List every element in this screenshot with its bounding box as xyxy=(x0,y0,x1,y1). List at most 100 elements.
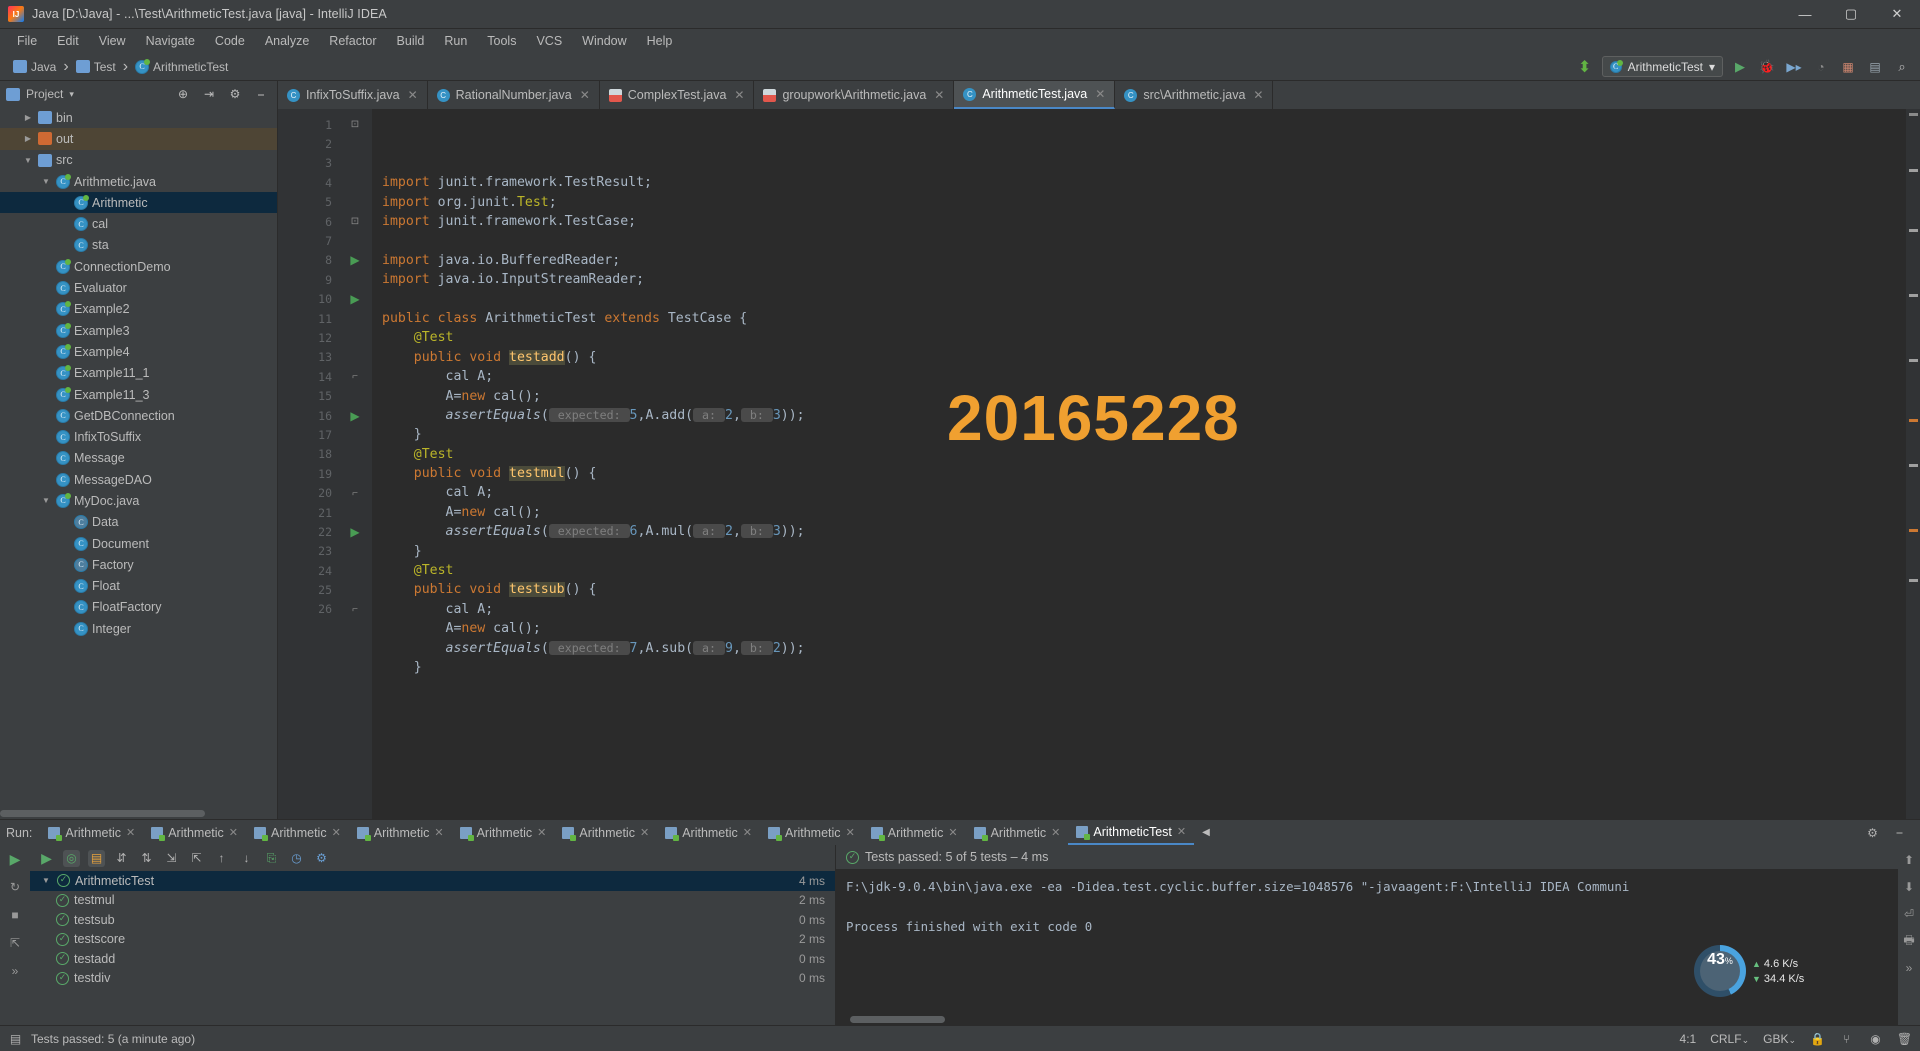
editor-tab-infixtosuffix-java[interactable]: InfixToSuffix.java ✕ xyxy=(278,81,428,109)
run-tests-icon[interactable]: ▶ xyxy=(38,850,55,867)
code-line[interactable]: public class ArithmeticTest extends Test… xyxy=(372,309,1906,328)
inspection-icon[interactable]: ◉ xyxy=(1868,1031,1883,1046)
project-title-chevron-icon[interactable]: ▾ xyxy=(69,89,74,100)
minimize-button[interactable]: — xyxy=(1782,0,1828,29)
export-test-results-icon[interactable]: ⎘ xyxy=(263,850,280,867)
test-row-testscore[interactable]: testscore 2 ms xyxy=(30,930,835,950)
code-line[interactable]: A=new cal(); xyxy=(372,619,1906,638)
close-tab-icon[interactable]: ✕ xyxy=(408,88,418,102)
gutter-run-marker[interactable]: ▶ xyxy=(338,251,372,270)
close-run-tab-icon[interactable]: ✕ xyxy=(229,826,238,839)
gutter-run-marker[interactable]: ▶ xyxy=(338,290,372,309)
sort-by-duration-icon[interactable]: ⇅ xyxy=(138,850,155,867)
code-line[interactable]: import java.io.BufferedReader; xyxy=(372,251,1906,270)
tree-node-src[interactable]: ▼ src xyxy=(0,150,277,171)
close-run-tab-icon[interactable]: ✕ xyxy=(1051,826,1060,839)
menu-item-help[interactable]: Help xyxy=(638,31,682,51)
tree-node-example4[interactable]: Example4 xyxy=(0,341,277,362)
test-row-testadd[interactable]: testadd 0 ms xyxy=(30,949,835,969)
code-line[interactable] xyxy=(372,231,1906,250)
tree-node-example3[interactable]: Example3 xyxy=(0,320,277,341)
code-fold-icon[interactable]: ⌐ xyxy=(352,604,358,615)
close-run-tab-icon[interactable]: ✕ xyxy=(332,826,341,839)
tree-node-example2[interactable]: Example2 xyxy=(0,299,277,320)
chevron-down-icon[interactable]: ▼ xyxy=(40,876,52,885)
code-line[interactable]: import org.junit.Test; xyxy=(372,193,1906,212)
run-test-gutter-icon[interactable]: ▶ xyxy=(350,253,359,267)
code-line[interactable]: public void testsub() { xyxy=(372,580,1906,599)
breadcrumb-file[interactable]: ArithmeticTest xyxy=(130,58,233,76)
tree-node-arithmetic[interactable]: Arithmetic xyxy=(0,192,277,214)
code-fold-icon[interactable]: ⌐ xyxy=(352,371,358,382)
tree-node-float[interactable]: Float xyxy=(0,576,277,597)
tree-node-getdbconnection[interactable]: GetDBConnection xyxy=(0,405,277,426)
close-tab-icon[interactable]: ✕ xyxy=(580,88,590,102)
code-line[interactable]: assertEquals( expected: 7,A.sub( a: 9, b… xyxy=(372,639,1906,658)
breadcrumb-test[interactable]: Test xyxy=(71,58,121,76)
run-tab-3[interactable]: Arithmetic ✕ xyxy=(349,820,452,845)
chevron-down-icon[interactable]: ▼ xyxy=(40,496,52,505)
menu-item-analyze[interactable]: Analyze xyxy=(256,31,318,51)
editor-tab-groupwork-arithmetic-java[interactable]: groupwork\Arithmetic.java ✕ xyxy=(754,81,955,109)
console-more-icon[interactable]: » xyxy=(1900,959,1918,977)
code-fold-icon[interactable]: ⊡ xyxy=(351,216,359,227)
gutter-fold-marker[interactable]: ⌐ xyxy=(338,600,372,619)
code-line[interactable]: public void testadd() { xyxy=(372,348,1906,367)
test-row-arithmetictest[interactable]: ▼ ArithmeticTest 4 ms xyxy=(30,871,835,891)
code-content[interactable]: import junit.framework.TestResult; import… xyxy=(372,109,1906,819)
code-line[interactable]: cal A; xyxy=(372,483,1906,502)
run-tab-4[interactable]: Arithmetic ✕ xyxy=(452,820,555,845)
tree-node-cal[interactable]: cal xyxy=(0,213,277,234)
tree-node-message[interactable]: Message xyxy=(0,448,277,469)
tree-node-integer[interactable]: Integer xyxy=(0,618,277,639)
tree-node-arithmetic-java[interactable]: ▼ Arithmetic.java xyxy=(0,171,277,192)
test-row-testdiv[interactable]: testdiv 0 ms xyxy=(30,969,835,989)
run-button[interactable]: ▶ xyxy=(1730,57,1750,77)
gutter-fold-marker[interactable]: ⊡ xyxy=(338,115,372,134)
code-line[interactable]: import java.io.InputStreamReader; xyxy=(372,270,1906,289)
gutter-run-marker[interactable]: ▶ xyxy=(338,522,372,541)
show-ignored-toggle[interactable]: ▤ xyxy=(88,849,105,867)
close-run-tab-icon[interactable]: ✕ xyxy=(126,826,135,839)
run-hide-icon[interactable]: ⎯ xyxy=(1891,824,1908,841)
close-tab-icon[interactable]: ✕ xyxy=(934,88,944,102)
editor-tab-src-arithmetic-java[interactable]: src\Arithmetic.java ✕ xyxy=(1115,81,1274,109)
tree-node-mydoc-java[interactable]: ▼ MyDoc.java xyxy=(0,490,277,511)
search-icon[interactable]: ⌕ xyxy=(1892,57,1912,77)
settings-gear-icon[interactable]: ⚙ xyxy=(225,84,245,104)
menu-item-vcs[interactable]: VCS xyxy=(527,31,571,51)
run-test-gutter-icon[interactable]: ▶ xyxy=(350,525,359,539)
tree-node-example11_3[interactable]: Example11_3 xyxy=(0,384,277,405)
collapse-all-icon[interactable]: ⇱ xyxy=(188,850,205,867)
status-layout-icon[interactable]: ▤ xyxy=(8,1031,23,1046)
code-line[interactable]: public void testmul() { xyxy=(372,464,1906,483)
chevron-down-icon[interactable]: ▼ xyxy=(40,177,52,186)
print-icon[interactable]: 🖶 xyxy=(1900,932,1918,950)
profile-button[interactable]: ◔ xyxy=(1811,57,1831,77)
close-run-tab-icon[interactable]: ✕ xyxy=(743,826,752,839)
code-line[interactable]: import junit.framework.TestCase; xyxy=(372,212,1906,231)
show-passed-toggle[interactable]: ◎ xyxy=(63,849,80,867)
hide-panel-icon[interactable]: ⎯ xyxy=(251,84,271,104)
menu-item-view[interactable]: View xyxy=(90,31,135,51)
tree-node-document[interactable]: Document xyxy=(0,533,277,554)
run-tab-9[interactable]: Arithmetic ✕ xyxy=(966,820,1069,845)
editor-marker-bar[interactable] xyxy=(1906,109,1920,819)
close-run-tab-icon[interactable]: ✕ xyxy=(948,826,957,839)
gutter-fold-marker[interactable]: ⊡ xyxy=(338,212,372,231)
layout-button[interactable]: ▤ xyxy=(1865,57,1885,77)
lock-icon[interactable]: 🔒 xyxy=(1810,1031,1825,1046)
trash-icon[interactable]: 🗑 xyxy=(1897,1031,1912,1046)
network-speed-widget[interactable]: 43 % ▲ 4.6 K/s ▼ 34.4 K/s xyxy=(1694,945,1810,997)
code-line[interactable]: } xyxy=(372,542,1906,561)
project-horizontal-scrollbar[interactable] xyxy=(0,810,205,817)
code-line[interactable] xyxy=(372,290,1906,309)
locate-icon[interactable]: ⊕ xyxy=(173,84,193,104)
next-failed-icon[interactable]: ↓ xyxy=(238,850,255,867)
run-tab-7[interactable]: Arithmetic ✕ xyxy=(760,820,863,845)
test-row-testmul[interactable]: testmul 2 ms xyxy=(30,891,835,911)
run-tab-0[interactable]: Arithmetic ✕ xyxy=(40,820,143,845)
code-line[interactable]: @Test xyxy=(372,328,1906,347)
console-horizontal-scrollbar[interactable] xyxy=(850,1016,945,1023)
close-tab-icon[interactable]: ✕ xyxy=(1095,87,1105,101)
